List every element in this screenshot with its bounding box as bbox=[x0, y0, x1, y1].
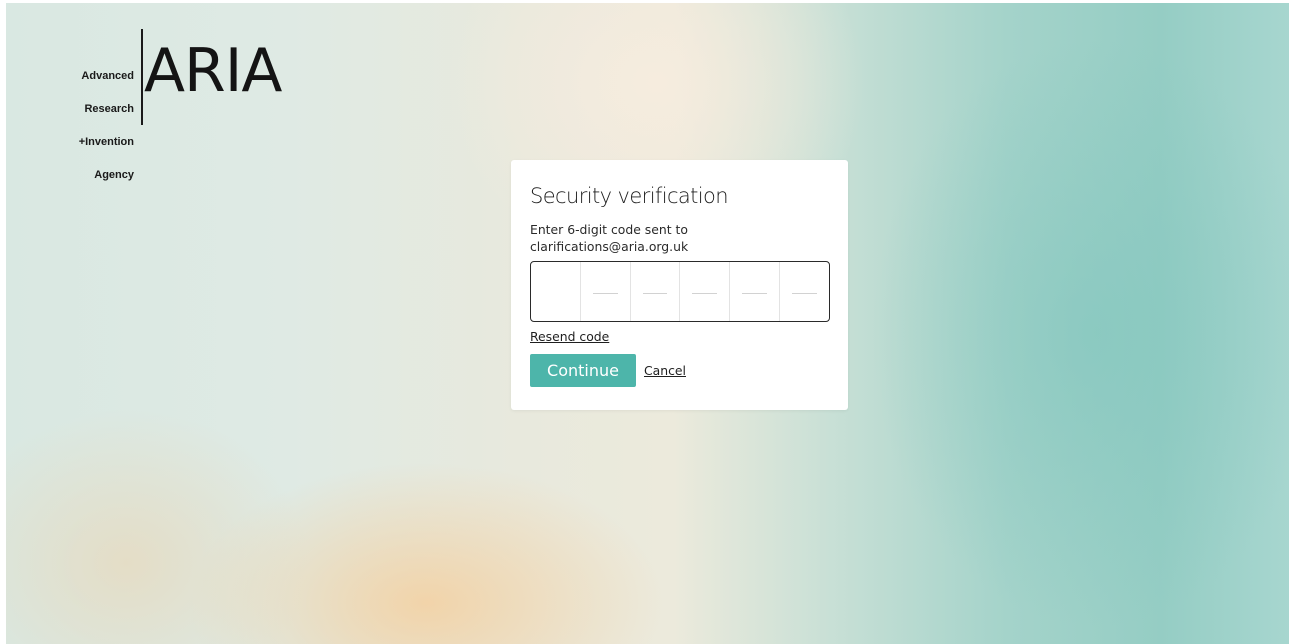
card-title: Security verification bbox=[530, 184, 729, 208]
logo-line-research: Research bbox=[84, 103, 134, 115]
code-input-group bbox=[530, 261, 830, 322]
card-instruction: Enter 6-digit code sent to clarification… bbox=[530, 221, 830, 255]
logo-agency-name: Advanced Research +Invention Agency bbox=[79, 49, 134, 203]
code-digit-1[interactable] bbox=[531, 262, 580, 321]
logo-line-advanced: Advanced bbox=[81, 70, 134, 82]
code-digit-2[interactable] bbox=[579, 262, 630, 321]
logo-line-agency: Agency bbox=[94, 169, 134, 181]
continue-button[interactable]: Continue bbox=[530, 354, 636, 387]
background-frame: Advanced Research +Invention Agency ARIA… bbox=[6, 3, 1289, 644]
resend-code-link[interactable]: Resend code bbox=[530, 329, 609, 344]
code-digit-input-2[interactable] bbox=[580, 262, 630, 321]
logo-line-invention: +Invention bbox=[78, 136, 134, 148]
code-digit-input-4[interactable] bbox=[680, 262, 730, 321]
aria-logo: Advanced Research +Invention Agency ARIA bbox=[54, 29, 314, 181]
code-digit-5[interactable] bbox=[729, 262, 780, 321]
recipient-email: clarifications@aria.org.uk bbox=[530, 239, 689, 254]
code-digit-4[interactable] bbox=[679, 262, 730, 321]
code-digit-3[interactable] bbox=[629, 262, 680, 321]
code-digit-input-5[interactable] bbox=[730, 262, 780, 321]
verification-card: Security verification Enter 6-digit code… bbox=[511, 160, 848, 410]
code-digit-input-6[interactable] bbox=[780, 262, 829, 321]
logo-divider bbox=[141, 29, 143, 125]
code-digit-6[interactable] bbox=[779, 262, 829, 321]
instruction-text: Enter 6-digit code sent to bbox=[530, 222, 688, 237]
logo-wordmark: ARIA bbox=[144, 36, 282, 106]
code-digit-input-3[interactable] bbox=[630, 262, 680, 321]
code-digit-input-1[interactable] bbox=[531, 262, 580, 321]
cancel-link[interactable]: Cancel bbox=[644, 363, 686, 378]
